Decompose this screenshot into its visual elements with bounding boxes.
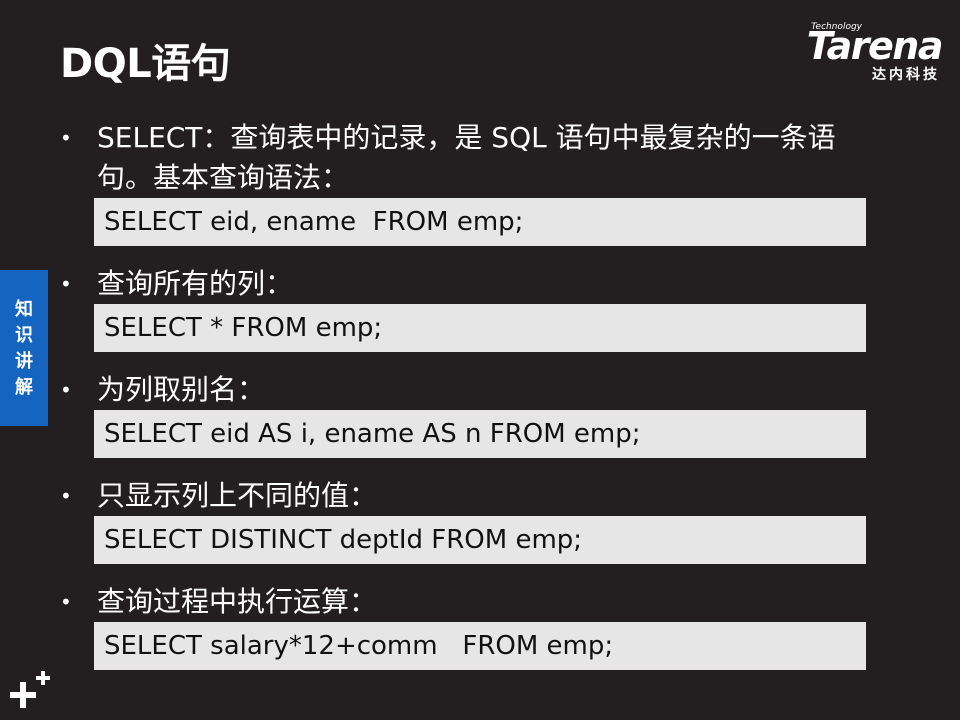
plus-plus-icon bbox=[10, 671, 50, 708]
side-tab-char: 识 bbox=[15, 325, 33, 346]
code-snippet: SELECT eid, ename FROM emp; bbox=[94, 198, 866, 246]
bullet-dot: • bbox=[60, 272, 72, 296]
bullet-item: • 为列取别名： SELECT eid AS i, ename AS n FRO… bbox=[58, 370, 878, 458]
code-snippet: SELECT DISTINCT deptId FROM emp; bbox=[94, 516, 866, 564]
bullet-dot: • bbox=[60, 590, 72, 614]
side-tab-char: 解 bbox=[15, 377, 33, 398]
bullet-dot: • bbox=[60, 378, 72, 402]
slide-title: DQL语句 bbox=[60, 41, 231, 87]
bullet-dot: • bbox=[60, 126, 72, 150]
bullet-item: • 查询所有的列： SELECT * FROM emp; bbox=[58, 264, 878, 352]
bullet-dot: • bbox=[60, 484, 72, 508]
side-tab-knowledge: 知 识 讲 解 bbox=[0, 270, 48, 426]
bullet-item: • 只显示列上不同的值： SELECT DISTINCT deptId FROM… bbox=[58, 476, 878, 564]
logo-brand: Tarena bbox=[806, 24, 944, 68]
code-snippet: SELECT eid AS i, ename AS n FROM emp; bbox=[94, 410, 866, 458]
bullet-text: SELECT：查询表中的记录，是 SQL 语句中最复杂的一条语句。基本查询语法： bbox=[97, 121, 836, 194]
tarena-logo: Technology Tarena 达内科技 bbox=[772, 22, 944, 84]
bullet-text: 为列取别名： bbox=[97, 373, 266, 406]
side-tab-char: 知 bbox=[15, 299, 33, 320]
bullet-text: 只显示列上不同的值： bbox=[97, 479, 378, 512]
bullet-item: • 查询过程中执行运算： SELECT salary*12+comm FROM … bbox=[58, 582, 878, 670]
code-snippet: SELECT * FROM emp; bbox=[94, 304, 866, 352]
side-tab-char: 讲 bbox=[15, 351, 33, 372]
logo-subtitle: 达内科技 bbox=[872, 67, 940, 83]
bullet-text: 查询所有的列： bbox=[97, 267, 294, 300]
bullet-list: • SELECT：查询表中的记录，是 SQL 语句中最复杂的一条语句。基本查询语… bbox=[58, 118, 878, 670]
bullet-text: 查询过程中执行运算： bbox=[97, 585, 378, 618]
code-snippet: SELECT salary*12+comm FROM emp; bbox=[94, 622, 866, 670]
bullet-item: • SELECT：查询表中的记录，是 SQL 语句中最复杂的一条语句。基本查询语… bbox=[58, 118, 878, 246]
